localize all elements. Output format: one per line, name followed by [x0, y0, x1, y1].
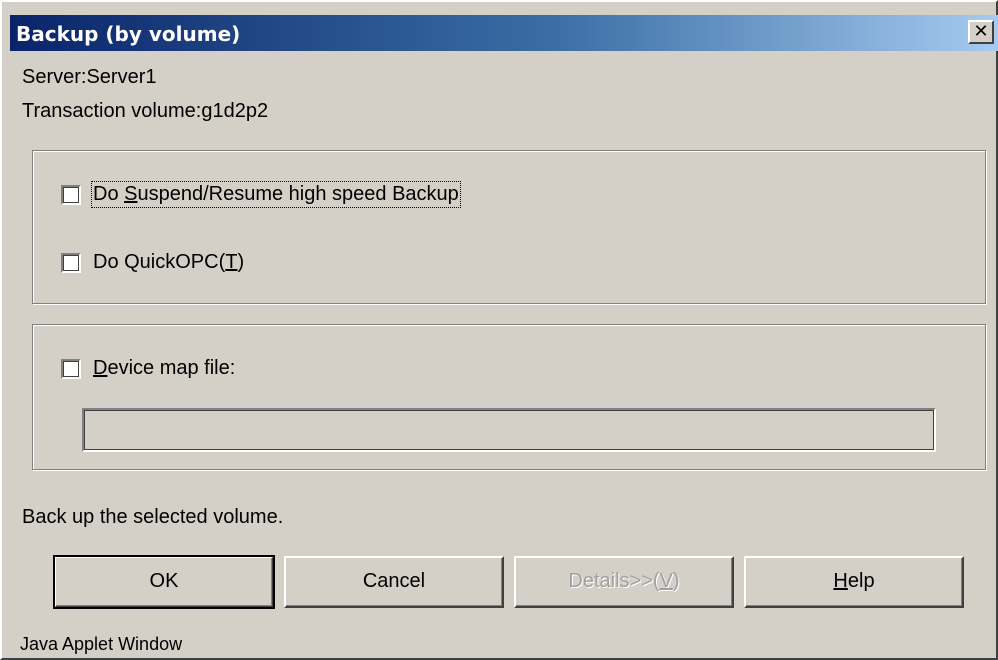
device-map-checkbox[interactable] — [61, 359, 81, 379]
device-map-path-field[interactable] — [82, 408, 936, 452]
close-button[interactable]: ✕ — [968, 20, 994, 44]
dialog-title: Backup (by volume) — [16, 22, 241, 46]
quickopc-checkbox[interactable] — [61, 253, 81, 273]
close-icon: ✕ — [973, 21, 989, 41]
cancel-button[interactable]: Cancel — [284, 556, 504, 608]
transaction-volume-label: Transaction volume:g1d2p2 — [22, 100, 269, 122]
applet-window-footer: Java Applet Window — [20, 634, 183, 654]
quickopc-label[interactable]: Do QuickOPC(T) — [93, 251, 244, 274]
help-button[interactable]: Help — [744, 556, 964, 608]
suspend-resume-label[interactable]: Do Suspend/Resume high speed Backup — [91, 181, 461, 208]
device-map-label[interactable]: Device map file: — [93, 357, 235, 380]
server-label: Server:Server1 — [22, 66, 157, 88]
options-group: Do Suspend/Resume high speed Backup Do Q… — [32, 150, 986, 304]
status-message: Back up the selected volume. — [22, 506, 284, 528]
suspend-resume-checkbox[interactable] — [61, 185, 81, 205]
ok-button[interactable]: OK — [53, 555, 275, 609]
details-button[interactable]: Details>>(V) — [514, 556, 734, 608]
title-bar[interactable]: Backup (by volume) ✕ — [10, 15, 998, 51]
backup-dialog: Backup (by volume) ✕ Server:Server1 Tran… — [0, 0, 998, 660]
